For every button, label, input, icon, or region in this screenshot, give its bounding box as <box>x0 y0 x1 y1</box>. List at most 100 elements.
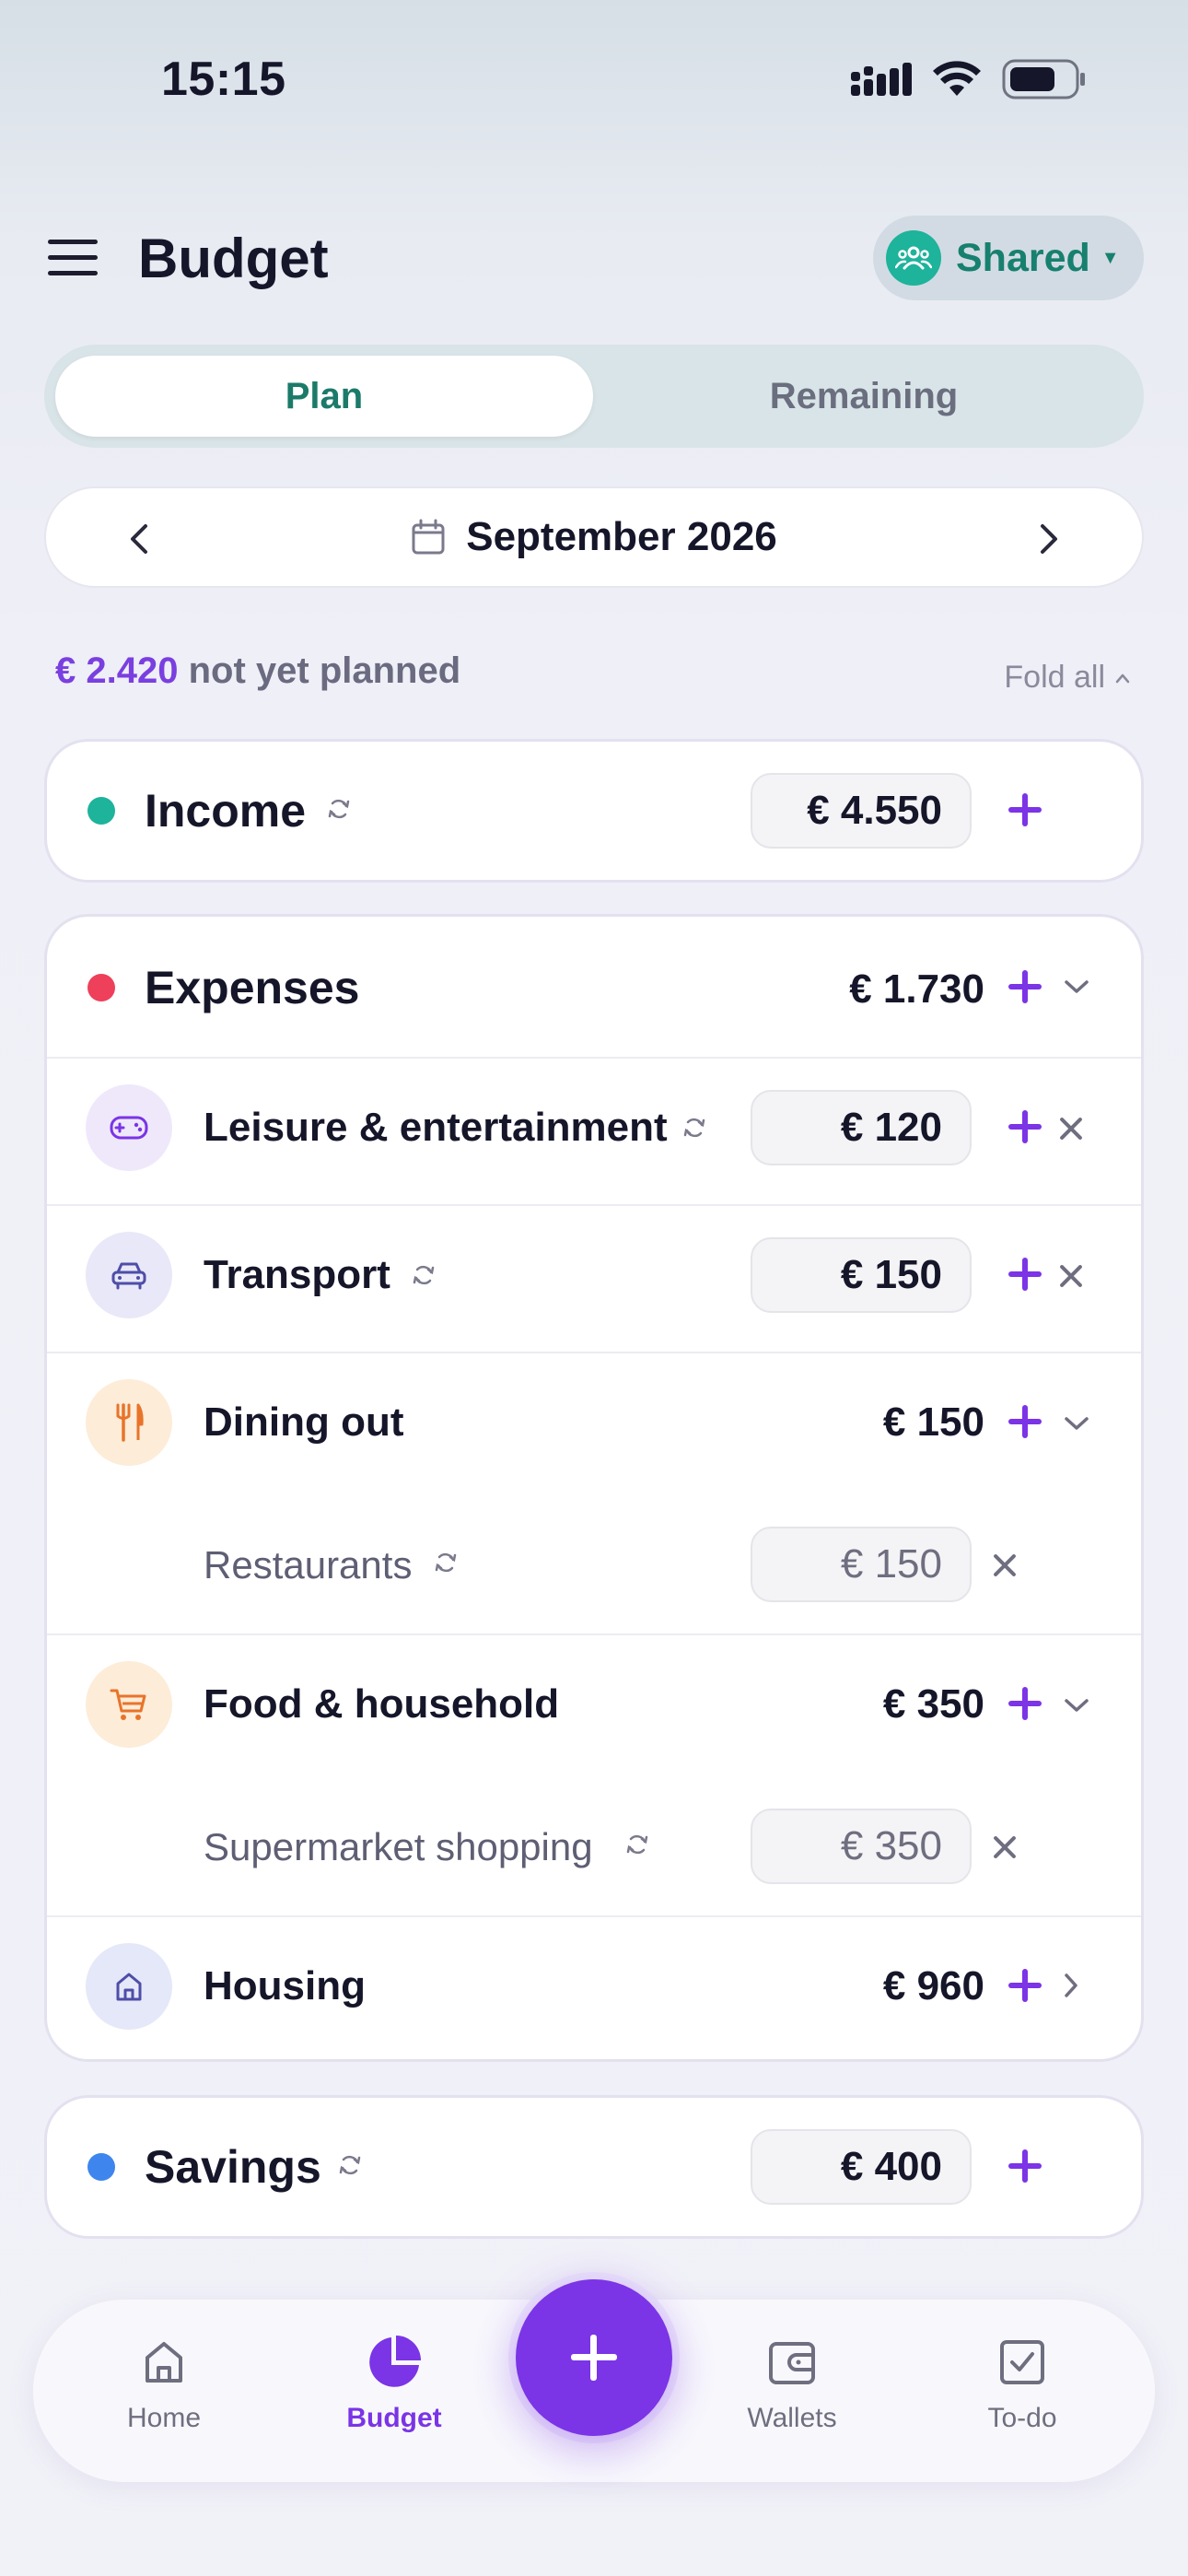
expenses-label: Expenses <box>145 962 360 1013</box>
home-icon <box>136 2335 192 2390</box>
add-savings-button[interactable] <box>1005 2146 1045 2186</box>
chevron-right-icon <box>1041 524 1057 554</box>
add-transaction-fab[interactable] <box>516 2279 672 2436</box>
subcategory-label-restaurants: Restaurants <box>204 1543 413 1587</box>
leisure-amount-input[interactable]: € 120 <box>751 1090 972 1165</box>
unplanned-summary: € 2.420 not yet planned <box>55 650 460 692</box>
chevron-up-icon <box>1115 673 1130 683</box>
category-label-dining-out: Dining out <box>204 1399 404 1445</box>
savings-amount-input[interactable]: € 400 <box>751 2129 972 2205</box>
dining-out-total: € 150 <box>882 1399 984 1445</box>
house-icon <box>86 1943 172 2030</box>
expenses-total: € 1.730 <box>849 966 984 1012</box>
battery-icon <box>1002 59 1085 100</box>
checkbox-icon <box>995 2335 1050 2390</box>
status-time: 15:15 <box>161 53 286 106</box>
shared-switcher-button[interactable]: Shared ▼ <box>873 216 1144 300</box>
add-dining-out-button[interactable] <box>1005 1401 1045 1442</box>
divider <box>47 1915 1141 1917</box>
recurring-icon <box>339 2155 361 2175</box>
nav-wallets[interactable]: Wallets <box>709 2335 875 2434</box>
income-amount-input[interactable]: € 4.550 <box>751 773 972 849</box>
divider <box>47 1057 1141 1059</box>
expand-housing-button[interactable] <box>1053 1967 1089 2004</box>
wifi-icon <box>933 61 981 96</box>
fold-all-button[interactable]: Fold all <box>1004 660 1131 696</box>
income-dot <box>87 797 115 825</box>
income-label: Income <box>145 785 307 837</box>
add-income-button[interactable] <box>1005 790 1045 830</box>
add-expense-button[interactable] <box>1005 966 1045 1007</box>
housing-total: € 960 <box>882 1963 984 2008</box>
unplanned-text: not yet planned <box>188 650 461 691</box>
collapse-dining-out-button[interactable] <box>1058 1405 1095 1442</box>
transport-amount-input[interactable]: € 150 <box>751 1237 972 1313</box>
restaurants-amount-input[interactable]: € 150 <box>751 1527 972 1602</box>
next-month-button[interactable] <box>1026 516 1072 562</box>
add-food-household-button[interactable] <box>1005 1683 1045 1724</box>
people-group-icon <box>886 230 941 286</box>
month-label: September 2026 <box>466 514 777 559</box>
pie-chart-icon <box>367 2335 422 2390</box>
remove-supermarket-button[interactable] <box>988 1831 1021 1864</box>
chevron-down-icon <box>1065 1699 1089 1712</box>
nav-home-label: Home <box>126 2403 202 2433</box>
income-card[interactable]: Income € 4.550 <box>44 739 1144 883</box>
category-label-leisure: Leisure & entertainment <box>204 1105 668 1150</box>
expenses-dot <box>87 974 115 1001</box>
supermarket-amount-input[interactable]: € 350 <box>751 1809 972 1884</box>
add-leisure-button[interactable] <box>1005 1107 1045 1147</box>
calendar-icon <box>412 519 445 555</box>
collapse-food-household-button[interactable] <box>1058 1687 1095 1724</box>
remove-transport-button[interactable] <box>1054 1259 1088 1293</box>
food-household-total: € 350 <box>882 1681 984 1727</box>
divider <box>47 1633 1141 1635</box>
add-housing-button[interactable] <box>1005 1965 1045 2006</box>
category-label-transport: Transport <box>204 1252 390 1297</box>
nav-todo-label: To-do <box>987 2403 1057 2433</box>
nav-home[interactable]: Home <box>81 2335 247 2434</box>
status-icons <box>851 59 1087 100</box>
add-transport-button[interactable] <box>1005 1254 1045 1294</box>
nav-todo[interactable]: To-do <box>939 2335 1105 2434</box>
nav-budget-label: Budget <box>346 2403 442 2433</box>
wallet-icon <box>764 2335 820 2390</box>
nav-wallets-label: Wallets <box>747 2403 837 2433</box>
remove-restaurants-button[interactable] <box>988 1549 1021 1582</box>
app-header: Budget Shared ▼ <box>0 212 1188 304</box>
shared-label: Shared <box>956 235 1090 280</box>
menu-icon <box>48 240 98 244</box>
nav-budget[interactable]: Budget <box>311 2335 477 2434</box>
caret-down-icon: ▼ <box>1101 247 1120 268</box>
tab-plan[interactable]: Plan <box>55 356 593 437</box>
month-picker[interactable]: September 2026 <box>46 488 1142 586</box>
chevron-down-icon <box>1065 1417 1089 1430</box>
menu-button[interactable] <box>48 240 98 276</box>
chevron-right-icon <box>1065 1973 1077 1997</box>
category-label-housing: Housing <box>204 1963 366 2008</box>
collapse-expenses-button[interactable] <box>1058 968 1095 1005</box>
savings-card[interactable]: Savings € 400 <box>44 2095 1144 2239</box>
savings-label: Savings <box>145 2141 321 2193</box>
chevron-down-icon <box>1065 980 1089 993</box>
cart-icon <box>86 1661 172 1748</box>
recurring-icon <box>683 1118 705 1138</box>
month-navigator: September 2026 <box>44 486 1144 588</box>
divider <box>47 1352 1141 1353</box>
expenses-card: Expenses € 1.730 Leisure & entertainment… <box>44 914 1144 2062</box>
recurring-icon <box>413 1265 435 1285</box>
tab-remaining[interactable]: Remaining <box>595 356 1133 437</box>
cutlery-icon <box>86 1379 172 1466</box>
savings-dot <box>87 2153 115 2181</box>
recurring-icon <box>328 799 350 819</box>
divider <box>47 1204 1141 1206</box>
subcategory-label-supermarket: Supermarket shopping <box>204 1825 593 1868</box>
status-bar: 15:15 <box>0 0 1188 157</box>
plan-remaining-toggle: Plan Remaining <box>44 345 1144 448</box>
remove-leisure-button[interactable] <box>1054 1112 1088 1145</box>
unplanned-amount: € 2.420 <box>55 650 179 691</box>
recurring-icon <box>435 1552 457 1573</box>
fold-all-label: Fold all <box>1004 660 1105 695</box>
car-icon <box>86 1232 172 1318</box>
page-title: Budget <box>138 228 329 289</box>
